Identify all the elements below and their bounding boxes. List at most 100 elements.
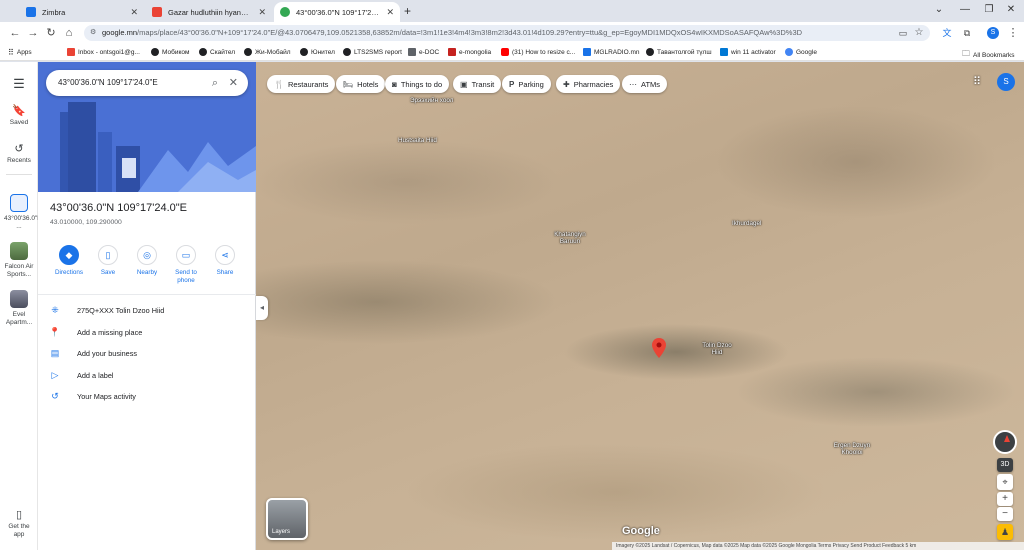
save-button[interactable]: ▯ Save — [88, 245, 128, 276]
maps-icon — [280, 7, 290, 17]
search-box[interactable]: 43°00'36.0"N 109°17'24.0"E ⌕ ✕ — [46, 70, 248, 96]
add-business-row[interactable]: ▤ Add your business — [48, 346, 137, 360]
location-pin-icon[interactable] — [652, 338, 666, 358]
map-label[interactable]: Ikhurdagel — [732, 220, 761, 228]
layers-button[interactable]: Layers — [266, 498, 308, 540]
zoom-out-button[interactable]: − — [997, 507, 1013, 521]
pegman-icon[interactable]: ♟ — [997, 524, 1013, 540]
chip-parking[interactable]: P Parking — [502, 75, 551, 93]
action-label: Save — [100, 269, 116, 276]
recent-item-current[interactable]: 43°00'36.0"N ... — [0, 194, 42, 231]
plus-code-row[interactable]: ⁜ 275Q+XXX Tolin Dzoo Hiid — [48, 303, 164, 317]
bookmark-youtube[interactable]: (31) How to resize c... — [501, 48, 575, 56]
reload-icon[interactable]: ↻ — [44, 26, 58, 40]
chip-hotels[interactable]: 🛏 Hotels — [336, 75, 386, 93]
close-icon[interactable]: ✕ — [258, 7, 266, 18]
directions-button[interactable]: ◆ Directions — [49, 245, 89, 276]
recents-button[interactable]: ↺ Recents — [0, 142, 38, 164]
bookmark-google[interactable]: Google — [785, 48, 817, 56]
nearby-button[interactable]: ◎ Nearby — [127, 245, 167, 276]
close-window-button[interactable]: ✕ — [998, 4, 1024, 15]
bookmark-win11[interactable]: win 11 activator — [720, 48, 776, 56]
globe-icon — [244, 48, 252, 56]
recent-item-falcon[interactable]: Falcon Air Sports... — [0, 242, 38, 279]
tab-google-maps[interactable]: 43°00'36.0"N 109°17'24.0"E - Go ✕ — [274, 2, 400, 22]
map-label[interactable]: Khatangiyn Baruun — [550, 231, 590, 246]
google-apps-icon[interactable]: ⠿ — [973, 75, 981, 88]
all-bookmarks[interactable]: 🗀 All Bookmarks — [962, 48, 1015, 62]
map-footer: Imagery ©2025 Landsat / Copernicus, Map … — [612, 542, 1024, 550]
bookmark-skytel[interactable]: Скайтел — [199, 48, 235, 56]
account-avatar[interactable]: S — [997, 73, 1015, 91]
atm-icon: ⋯ — [629, 79, 637, 89]
recent-item-evel[interactable]: Evel Apartm... — [0, 290, 38, 327]
satellite-map[interactable]: 🍴 Restaurants 🛏 Hotels ◙ Things to do ▣ Tran… — [256, 62, 1024, 550]
label-icon: ▷ — [51, 369, 59, 380]
bookmark-emongolia[interactable]: e-mongolia — [448, 48, 491, 56]
search-icon[interactable]: ⌕ — [212, 70, 218, 96]
chip-pharmacies[interactable]: ✚ Pharmacies — [556, 75, 621, 93]
nearby-icon: ◎ — [137, 245, 157, 265]
bookmark-gmobile[interactable]: Жи-Мобайл — [244, 48, 291, 56]
saved-button[interactable]: 🔖 Saved — [0, 104, 38, 126]
home-icon[interactable]: ⌂ — [62, 26, 76, 40]
maps-activity-row[interactable]: ↺ Your Maps activity — [48, 389, 136, 403]
bookmark-apps[interactable]: ⠿ Apps — [8, 48, 32, 57]
chip-label: Parking — [518, 79, 544, 89]
globe-icon — [646, 48, 654, 56]
menu-button[interactable]: ☰ — [0, 76, 38, 94]
map-label[interactable]: Tolin Dzoo Hiid — [700, 342, 734, 357]
close-icon[interactable]: ✕ — [130, 7, 138, 18]
bookmark-label: e-mongolia — [459, 48, 492, 56]
map-label[interactable]: Hustsaita Hiid — [398, 137, 437, 145]
bookmark-edoc[interactable]: e-DOC — [408, 48, 439, 56]
map-label[interactable]: Эрээхийн хоол — [410, 97, 453, 105]
rail-label: Get the app — [8, 523, 30, 538]
profile-avatar[interactable]: S — [987, 27, 999, 39]
address-bar[interactable]: ⚙ google.mn/maps/place/43°00'36.0"N+109°… — [84, 25, 930, 41]
bookmark-mglradio[interactable]: MGLRADIO.mn — [583, 48, 640, 56]
forward-icon[interactable]: → — [26, 26, 40, 40]
tab-zimbra[interactable]: Zimbra ✕ — [20, 2, 144, 22]
minimize-button[interactable]: — — [952, 4, 978, 15]
bookmark-label: Apps — [16, 49, 32, 56]
map-label[interactable]: Ergen Dzuyn Khooloi — [830, 442, 874, 457]
back-icon[interactable]: ← — [8, 26, 22, 40]
chip-atms[interactable]: ⋯ ATMs — [622, 75, 668, 93]
translate-icon[interactable]: 文 — [940, 26, 954, 40]
bookmark-unitel[interactable]: Юнител — [300, 48, 335, 56]
close-icon[interactable]: ✕ — [386, 7, 394, 18]
bookmark-label: Тавантолгой түлш — [657, 48, 712, 56]
install-app-icon[interactable]: ▭ — [896, 26, 910, 40]
add-label-row[interactable]: ▷ Add a label — [48, 368, 114, 382]
new-tab-button[interactable]: + — [404, 4, 411, 18]
tab-strip: Zimbra ✕ Gazar hudluthiin hyanasan medee… — [0, 0, 1024, 22]
bookmark-lts2sms[interactable]: LTS2SMS report — [343, 48, 402, 56]
gmail-icon — [67, 48, 75, 56]
zoom-in-button[interactable]: + — [997, 492, 1013, 506]
bookmark-star-icon[interactable]: ☆ — [912, 26, 926, 40]
chip-transit[interactable]: ▣ Transit — [453, 75, 502, 93]
action-label: Directions — [55, 269, 83, 276]
compass-icon[interactable] — [993, 430, 1017, 454]
my-location-icon[interactable]: ⌖ — [997, 474, 1013, 490]
browser-menu-icon[interactable]: ⋮ — [1006, 26, 1020, 40]
3d-button[interactable]: 3D — [997, 458, 1013, 472]
add-missing-place-row[interactable]: 📍 Add a missing place — [48, 325, 142, 339]
bookmark-label: Жи-Мобайл — [255, 48, 291, 56]
bookmark-tavantolgoi[interactable]: Тавантолгой түлш — [646, 48, 712, 56]
extensions-icon[interactable]: ⧉ — [960, 26, 974, 40]
get-app-button[interactable]: ▯ Get the app — [0, 508, 38, 539]
tab-search-button[interactable]: ⌄ — [926, 4, 952, 15]
chip-things-to-do[interactable]: ◙ Things to do — [385, 75, 450, 93]
tab-gmail[interactable]: Gazar hudluthiin hyanasan medee ✕ — [146, 2, 272, 22]
collapse-panel-button[interactable]: ◂ — [256, 296, 268, 320]
bookmark-inbox[interactable]: Inbox - ontsgoi1@g... — [67, 48, 140, 56]
share-button[interactable]: ⋖ Share — [205, 245, 245, 276]
chip-restaurants[interactable]: 🍴 Restaurants — [267, 75, 336, 93]
site-info-icon[interactable]: ⚙ — [90, 25, 96, 41]
send-to-phone-button[interactable]: ▭ Send to phone — [166, 245, 206, 284]
close-icon[interactable]: ✕ — [229, 70, 238, 96]
search-input[interactable]: 43°00'36.0"N 109°17'24.0"E — [58, 78, 158, 87]
bookmark-mobicom[interactable]: Мобиком — [151, 48, 189, 56]
